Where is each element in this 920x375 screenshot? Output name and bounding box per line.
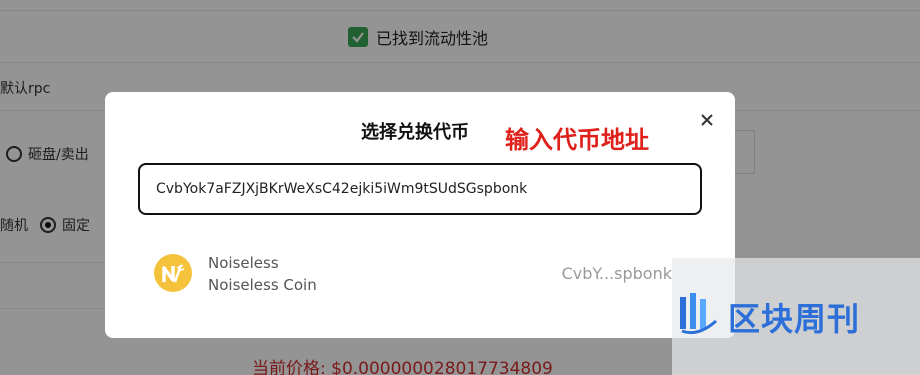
close-icon — [701, 114, 713, 126]
token-list-item[interactable]: Noiseless Noiseless Coin CvbY...spbonk — [138, 244, 702, 302]
watermark-text: 区块周刊 — [728, 300, 861, 338]
close-button[interactable] — [697, 110, 717, 130]
token-search-box — [138, 163, 702, 215]
watermark-logo-icon — [680, 293, 717, 335]
token-symbol: Noiseless — [208, 254, 279, 272]
token-address: CvbY...spbonk — [561, 264, 672, 283]
token-name: Noiseless Coin — [208, 276, 317, 294]
token-address-input[interactable] — [140, 165, 700, 213]
noiseless-token-icon — [154, 254, 192, 292]
modal-title: 选择兑换代币 — [361, 122, 469, 143]
annotation-label: 输入代币地址 — [505, 126, 649, 154]
